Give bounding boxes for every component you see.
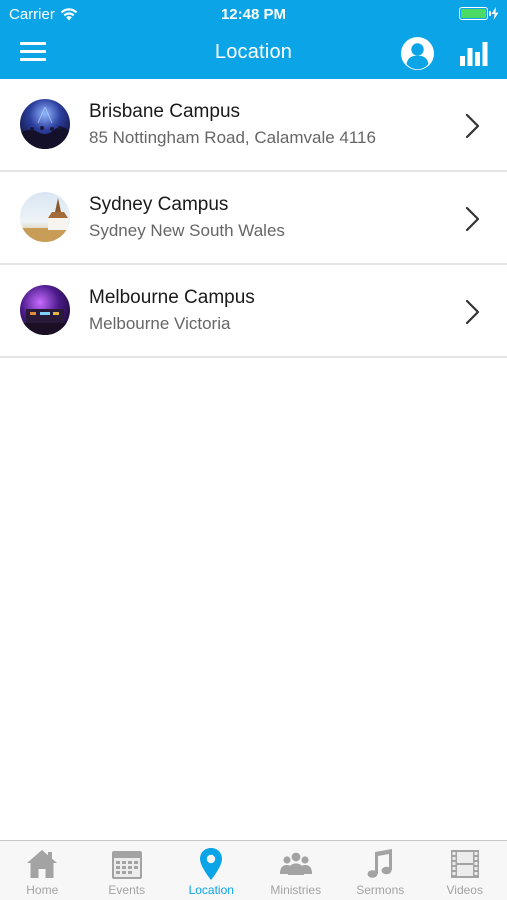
- user-profile-icon[interactable]: [401, 37, 434, 70]
- tab-label: Home: [26, 883, 59, 897]
- location-pin-icon: [200, 848, 223, 880]
- music-note-icon: [367, 849, 393, 878]
- people-icon: [279, 852, 312, 875]
- film-strip-icon: [450, 850, 479, 878]
- tab-label: Ministries: [270, 883, 322, 897]
- navigation-bar: Location: [0, 28, 507, 79]
- tab-events[interactable]: Events: [85, 841, 170, 900]
- location-row-sydney[interactable]: Sydney Campus Sydney New South Wales: [0, 172, 507, 265]
- calendar-icon: [111, 851, 142, 879]
- status-bar: Carrier 12:48 PM: [0, 0, 507, 28]
- tab-location[interactable]: Location: [169, 841, 254, 900]
- concert-stage-image: [20, 99, 70, 149]
- charging-bolt-icon: [491, 7, 499, 20]
- tab-sermons[interactable]: Sermons: [338, 841, 423, 900]
- location-name: Brisbane Campus: [89, 101, 241, 122]
- chevron-right-icon: [465, 113, 480, 139]
- location-row-brisbane[interactable]: Brisbane Campus 85 Nottingham Road, Cala…: [0, 79, 507, 172]
- location-address: Sydney New South Wales: [89, 221, 285, 240]
- status-time: 12:48 PM: [220, 6, 287, 23]
- chevron-right-icon: [465, 299, 480, 325]
- location-name: Melbourne Campus: [89, 287, 255, 308]
- location-address: 85 Nottingham Road, Calamvale 4116: [89, 128, 376, 147]
- bar-chart-icon[interactable]: [459, 40, 489, 66]
- location-row-melbourne[interactable]: Melbourne Campus Melbourne Victoria: [0, 265, 507, 358]
- location-address: Melbourne Victoria: [89, 314, 231, 333]
- battery-indicator: [459, 7, 499, 20]
- tab-bar: Home Events Location Ministries Sermons …: [0, 840, 507, 900]
- purple-stage-image: [20, 285, 70, 335]
- tab-ministries[interactable]: Ministries: [254, 841, 339, 900]
- top-bar: Carrier 12:48 PM Location: [0, 0, 507, 79]
- home-icon: [27, 850, 58, 878]
- tab-label: Videos: [446, 883, 483, 897]
- chevron-right-icon: [465, 206, 480, 232]
- battery-icon: [459, 7, 491, 20]
- church-building-image: [20, 192, 70, 242]
- tab-label: Location: [188, 883, 234, 897]
- location-list: Brisbane Campus 85 Nottingham Road, Cala…: [0, 79, 507, 358]
- tab-label: Sermons: [356, 883, 405, 897]
- tab-label: Events: [108, 883, 146, 897]
- location-name: Sydney Campus: [89, 194, 229, 215]
- tab-videos[interactable]: Videos: [423, 841, 507, 900]
- tab-home[interactable]: Home: [0, 841, 85, 900]
